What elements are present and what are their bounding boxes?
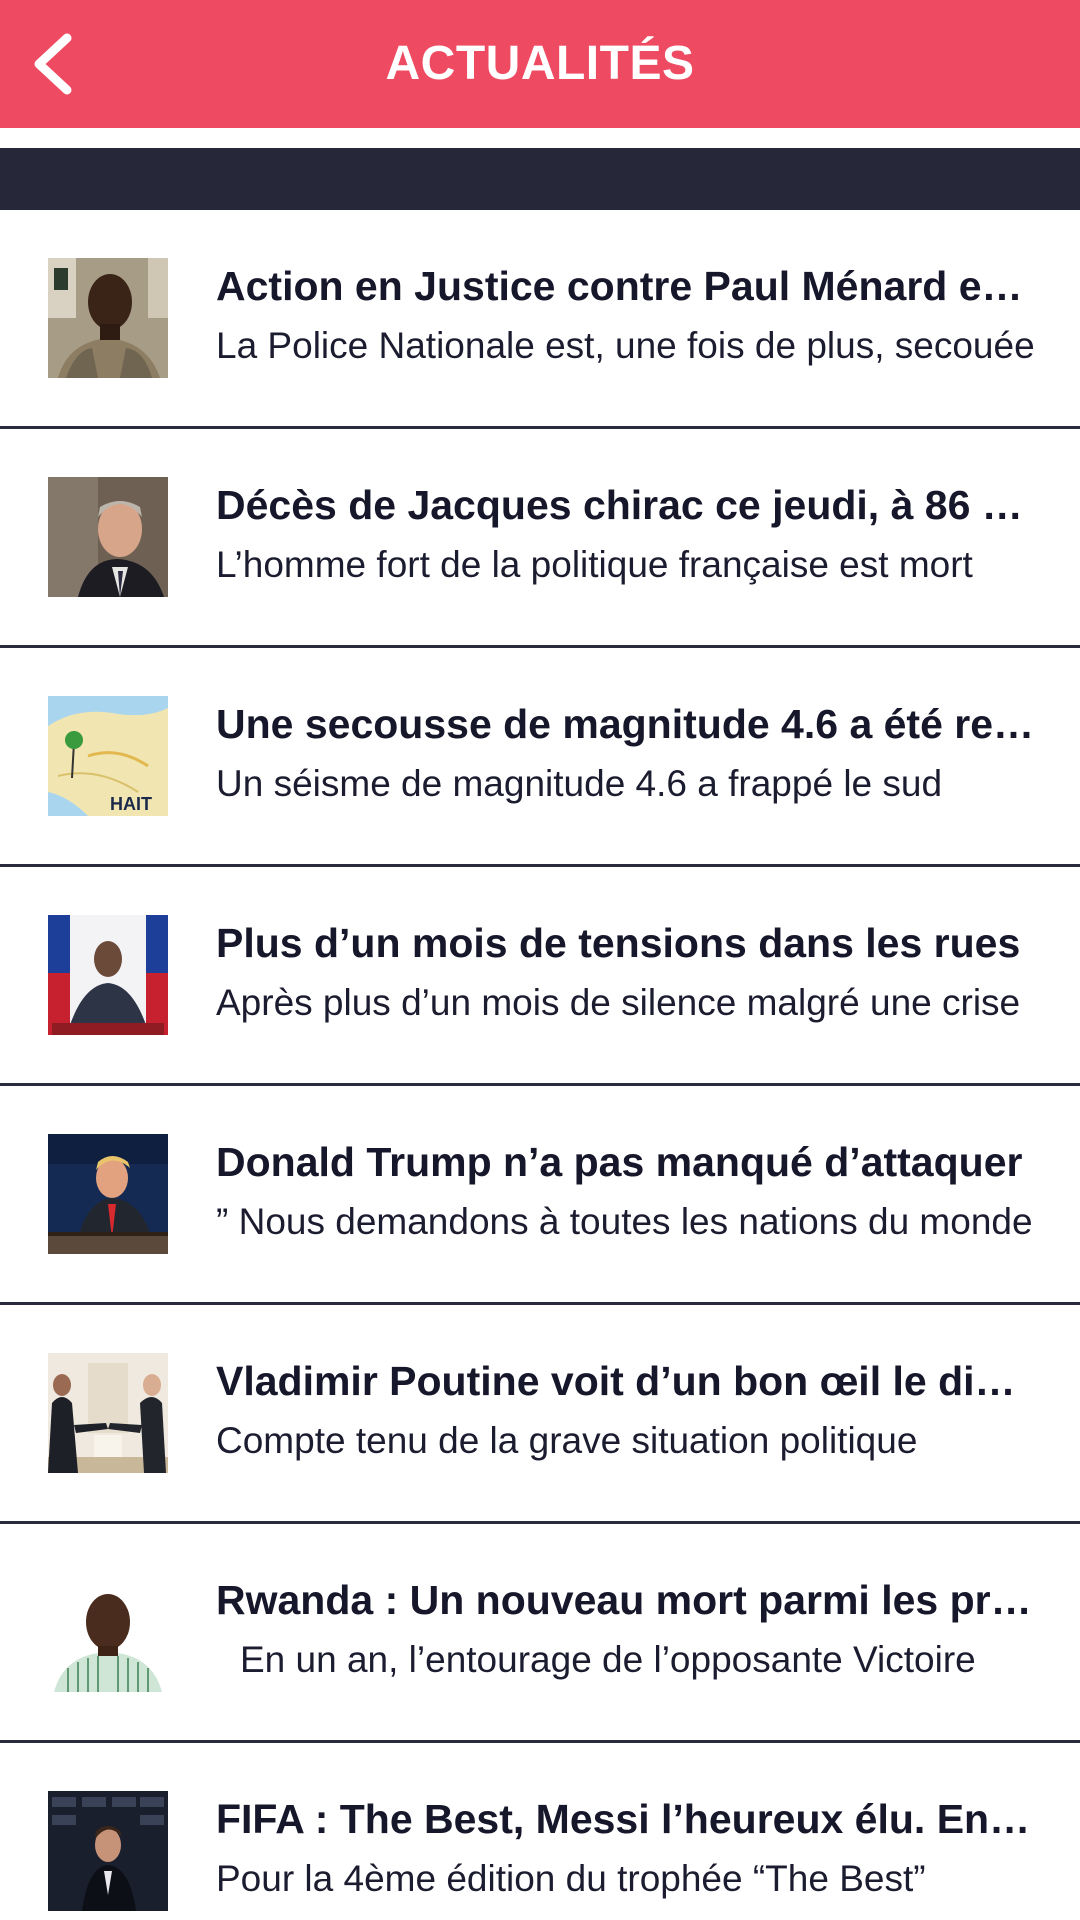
soldier-portrait-image	[48, 258, 168, 378]
news-thumbnail: HAIT	[48, 696, 168, 816]
news-summary: Un séisme de magnitude 4.6 a frappé le s…	[216, 763, 943, 804]
news-thumbnail	[48, 1134, 168, 1254]
news-headline: FIFA : The Best, Messi l’heureux élu. En…	[216, 1796, 1036, 1842]
header-spacer	[0, 128, 1080, 148]
man-portrait-striped-shirt-image	[48, 1572, 168, 1692]
news-summary: L’homme fort de la politique française e…	[216, 544, 973, 585]
news-headline: Donald Trump n’a pas manqué d’attaquer	[216, 1139, 1023, 1185]
jacques-chirac-portrait-image	[48, 477, 168, 597]
news-item[interactable]: Décès de Jacques chirac ce jeudi, à 86 a…	[0, 429, 1080, 648]
svg-text:HAIT: HAIT	[110, 794, 152, 814]
news-item[interactable]: Action en Justice contre Paul Ménard et …	[0, 210, 1080, 429]
news-thumbnail	[48, 258, 168, 378]
news-list: Action en Justice contre Paul Ménard et …	[0, 210, 1080, 1920]
news-item[interactable]: Plus d’un mois de tensions dans les rues…	[0, 867, 1080, 1086]
news-headline: Vladimir Poutine voit d’un bon œil le di…	[216, 1358, 1036, 1404]
news-item[interactable]: Vladimir Poutine voit d’un bon œil le di…	[0, 1305, 1080, 1524]
news-summary: En un an, l’entourage de l’opposante Vic…	[240, 1639, 976, 1680]
news-thumbnail	[48, 1353, 168, 1473]
news-thumbnail	[48, 1791, 168, 1911]
news-headline: Plus d’un mois de tensions dans les rues	[216, 920, 1021, 966]
news-summary: La Police Nationale est, une fois de plu…	[216, 325, 1035, 366]
news-item[interactable]: Rwanda : Un nouveau mort parmi les proch…	[0, 1524, 1080, 1743]
section-band	[0, 148, 1080, 210]
news-summary: Après plus d’un mois de silence malgré u…	[216, 982, 1021, 1023]
news-item[interactable]: Donald Trump n’a pas manqué d’attaquer ”…	[0, 1086, 1080, 1305]
news-headline: Rwanda : Un nouveau mort parmi les proch…	[216, 1577, 1036, 1623]
handshake-meeting-image	[48, 1353, 168, 1473]
news-thumbnail	[48, 477, 168, 597]
news-summary: Pour la 4ème édition du trophée “The Bes…	[216, 1858, 926, 1899]
news-headline: Une secousse de magnitude 4.6 a été ress…	[216, 701, 1036, 747]
donald-trump-speech-image	[48, 1134, 168, 1254]
news-summary: ” Nous demandons à toutes les nations du…	[216, 1201, 1033, 1242]
haiti-map-image: HAIT	[48, 696, 168, 816]
president-podium-flags-image	[48, 915, 168, 1035]
page-title: ACTUALITÉS	[385, 37, 695, 90]
fifa-the-best-ceremony-image	[48, 1791, 168, 1911]
news-summary: Compte tenu de la grave situation politi…	[216, 1420, 918, 1461]
news-item[interactable]: FIFA : The Best, Messi l’heureux élu. En…	[0, 1743, 1080, 1920]
app-header: ACTUALITÉS	[0, 0, 1080, 128]
news-headline: Action en Justice contre Paul Ménard et …	[216, 263, 1036, 309]
news-thumbnail	[48, 915, 168, 1035]
news-item[interactable]: HAIT Une secousse de magnitude 4.6 a été…	[0, 648, 1080, 867]
news-thumbnail	[48, 1572, 168, 1692]
news-headline: Décès de Jacques chirac ce jeudi, à 86 a…	[216, 482, 1036, 528]
